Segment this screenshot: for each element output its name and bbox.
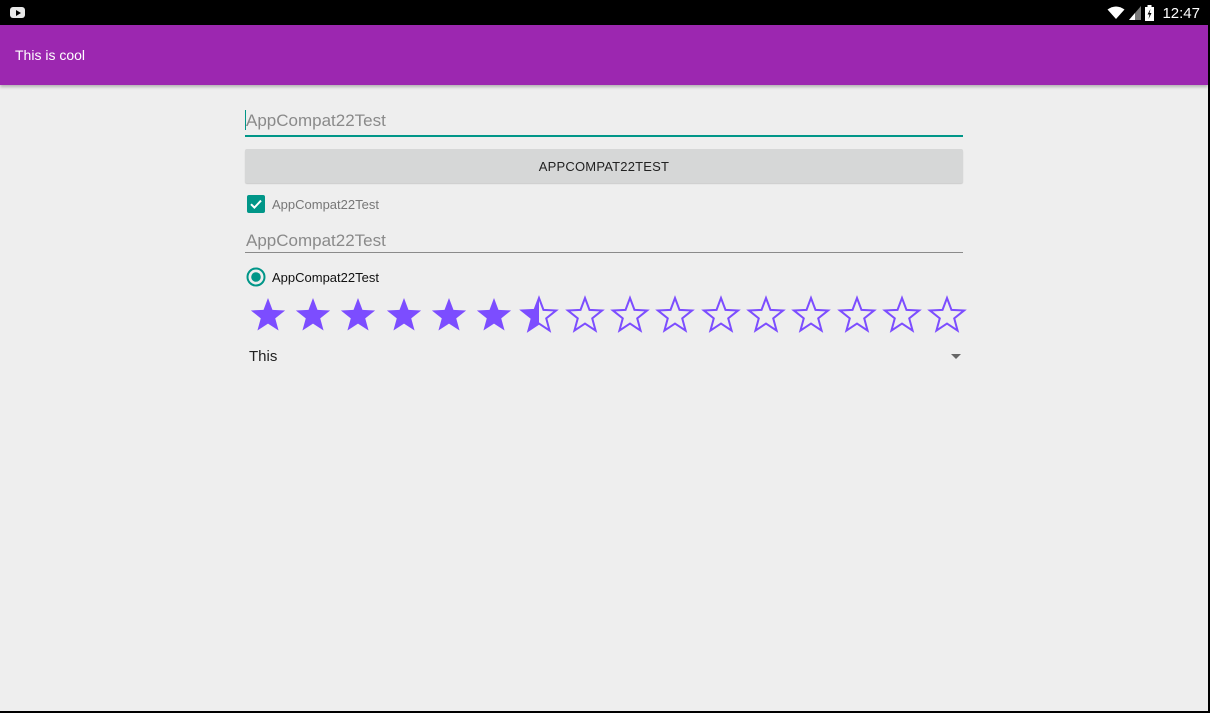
star-empty-icon[interactable] bbox=[789, 295, 834, 335]
status-bar: 12:47 bbox=[0, 0, 1208, 25]
status-clock: 12:47 bbox=[1162, 4, 1200, 22]
checkbox-row[interactable]: AppCompat22Test bbox=[247, 195, 379, 213]
star-empty-icon[interactable] bbox=[743, 295, 788, 335]
cell-signal-icon bbox=[1129, 6, 1142, 20]
star-empty-icon[interactable] bbox=[698, 295, 743, 335]
checkbox-checked-icon[interactable] bbox=[247, 195, 265, 213]
edit-text-hint: AppCompat22Test bbox=[246, 231, 386, 250]
toolbar-title: This is cool bbox=[15, 47, 86, 63]
star-empty-icon[interactable] bbox=[834, 295, 879, 335]
edit-text-hint: AppCompat22Test bbox=[246, 111, 386, 130]
spinner-dropdown[interactable]: This bbox=[245, 345, 963, 371]
star-filled-icon[interactable] bbox=[245, 295, 290, 335]
edit-text-focused[interactable]: AppCompat22Test bbox=[245, 107, 963, 137]
app-screen: 12:47 This is cool AppCompat22Test APPCO… bbox=[0, 0, 1208, 711]
star-empty-icon[interactable] bbox=[607, 295, 652, 335]
star-filled-icon[interactable] bbox=[290, 295, 335, 335]
dropdown-arrow-icon bbox=[951, 354, 961, 359]
radio-selected-icon[interactable] bbox=[246, 267, 266, 287]
star-filled-icon[interactable] bbox=[381, 295, 426, 335]
star-filled-icon[interactable] bbox=[471, 295, 516, 335]
radio-label: AppCompat22Test bbox=[272, 269, 379, 285]
star-empty-icon[interactable] bbox=[653, 295, 698, 335]
appcompat-button[interactable]: APPCOMPAT22TEST bbox=[245, 149, 963, 183]
edit-text[interactable]: AppCompat22Test bbox=[245, 226, 963, 253]
status-icons: 12:47 bbox=[1107, 3, 1200, 23]
youtube-notification-icon bbox=[10, 7, 25, 18]
rating-bar[interactable] bbox=[245, 295, 970, 335]
star-empty-icon[interactable] bbox=[562, 295, 607, 335]
checkbox-label: AppCompat22Test bbox=[272, 196, 379, 212]
star-empty-icon[interactable] bbox=[879, 295, 924, 335]
toolbar: This is cool bbox=[0, 25, 1208, 85]
star-filled-icon[interactable] bbox=[336, 295, 381, 335]
radio-row[interactable]: AppCompat22Test bbox=[246, 267, 379, 287]
star-filled-icon[interactable] bbox=[426, 295, 471, 335]
star-empty-icon[interactable] bbox=[924, 295, 969, 335]
star-half-icon[interactable] bbox=[517, 295, 562, 335]
spinner-selected-value: This bbox=[249, 348, 278, 365]
wifi-icon bbox=[1107, 6, 1125, 20]
battery-charging-icon bbox=[1145, 5, 1155, 21]
